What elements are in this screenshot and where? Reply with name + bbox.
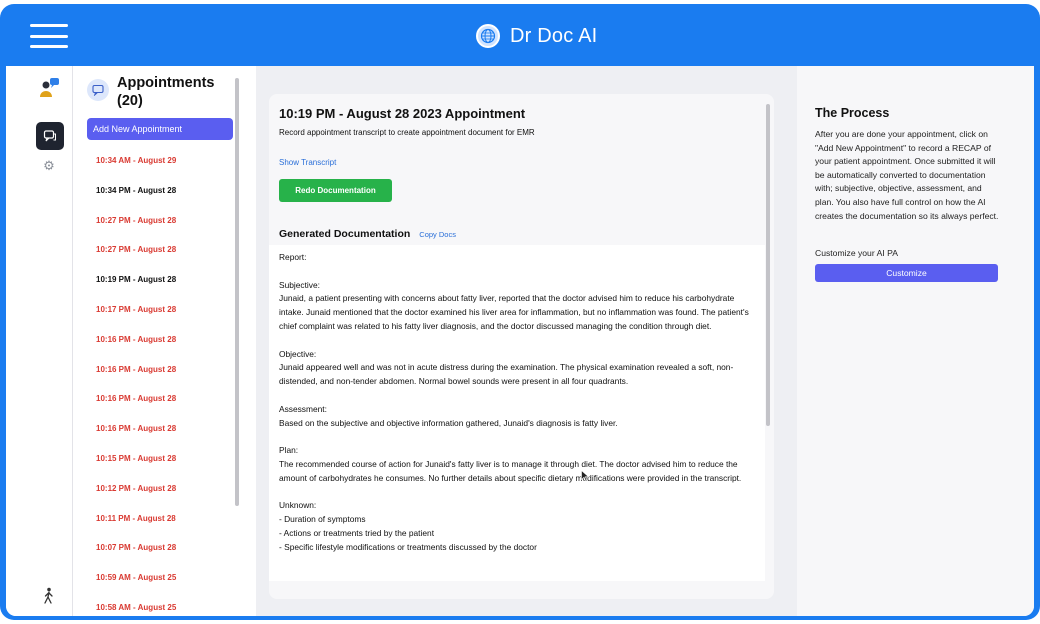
globe-icon	[476, 24, 500, 48]
show-transcript-link[interactable]: Show Transcript	[279, 158, 336, 167]
appointment-item[interactable]: 10:59 AM - August 25	[96, 573, 236, 603]
appointment-title: 10:19 PM - August 28 2023 Appointment	[279, 106, 526, 121]
process-description: After you are done your appointment, cli…	[815, 129, 999, 221]
app-title: Dr Doc AI	[510, 24, 598, 47]
appointment-item[interactable]: 10:16 PM - August 28	[96, 424, 236, 454]
hamburger-menu-icon[interactable]	[30, 24, 68, 48]
appointment-item[interactable]: 10:12 PM - August 28	[96, 484, 236, 514]
appointments-panel: Appointments (20) Add New Appointment 10…	[73, 66, 256, 616]
appointments-scrollbar[interactable]	[235, 78, 239, 506]
process-panel: The Process After you are done your appo…	[797, 66, 1034, 616]
appointment-item[interactable]: 10:17 PM - August 28	[96, 305, 236, 335]
document-section-text: Plan: The recommended course of action f…	[279, 445, 742, 483]
process-title: The Process	[815, 106, 890, 120]
chat-bubble-icon	[87, 79, 109, 101]
customize-button[interactable]: Customize	[815, 264, 998, 282]
appointment-subtitle: Record appointment transcript to create …	[279, 128, 535, 137]
document-section: Subjective: Junaid, a patient presenting…	[279, 279, 755, 334]
mouse-cursor-icon	[581, 470, 589, 482]
app-body: ⚙ Appointments (20) Add New Appointment …	[6, 66, 1034, 616]
icon-rail: ⚙	[6, 66, 73, 616]
document-section-text: Objective: Junaid appeared well and was …	[279, 348, 734, 387]
appointment-item[interactable]: 10:15 PM - August 28	[96, 454, 236, 484]
document-section-text: Assessment: Based on the subjective and …	[279, 403, 618, 428]
document-section-text: Report:	[279, 252, 307, 262]
document-section: Plan: The recommended course of action f…	[279, 444, 755, 485]
appointment-item[interactable]: 10:16 PM - August 28	[96, 394, 236, 424]
appointment-item[interactable]: 10:27 PM - August 28	[96, 245, 236, 275]
document-section-text: Subjective: Junaid, a patient presenting…	[279, 279, 749, 331]
document-section: Unknown: - Duration of symptoms - Action…	[279, 499, 755, 554]
document-section: Objective: Junaid appeared well and was …	[279, 348, 755, 389]
appointment-item[interactable]: 10:27 PM - August 28	[96, 216, 236, 246]
redo-documentation-button[interactable]: Redo Documentation	[279, 179, 392, 202]
generated-document[interactable]: Report: Subjective: Junaid, a patient pre…	[269, 245, 765, 581]
appointment-item[interactable]: 10:34 PM - August 28	[96, 186, 236, 216]
appointments-header: Appointments (20)	[87, 74, 227, 110]
appointment-card: 10:19 PM - August 28 2023 Appointment Re…	[269, 94, 774, 599]
document-section-text: Unknown: - Duration of symptoms - Action…	[279, 500, 537, 552]
appointment-item[interactable]: 10:19 PM - August 28	[96, 275, 236, 305]
appointments-title: Appointments (20)	[117, 75, 215, 109]
appointment-item[interactable]: 10:11 PM - August 28	[96, 514, 236, 544]
customize-label: Customize your AI PA	[815, 248, 898, 258]
walking-person-icon[interactable]	[42, 587, 56, 605]
document-section: Assessment: Based on the subjective and …	[279, 403, 755, 431]
appointment-list: 10:34 AM - August 29 10:34 PM - August 28…	[96, 156, 236, 616]
chat-icon[interactable]	[36, 122, 64, 150]
appointment-item[interactable]: 10:16 PM - August 28	[96, 365, 236, 395]
appointment-item[interactable]: 10:07 PM - August 28	[96, 543, 236, 573]
people-chat-icon[interactable]	[38, 77, 60, 99]
appointment-item[interactable]: 10:16 PM - August 28	[96, 335, 236, 365]
generated-documentation-title: Generated Documentation	[279, 228, 411, 240]
document-section: Report:	[279, 251, 755, 265]
document-scrollbar[interactable]	[766, 104, 770, 426]
appointment-item[interactable]: 10:34 AM - August 29	[96, 156, 236, 186]
add-new-appointment-button[interactable]: Add New Appointment	[87, 118, 233, 140]
top-header: Dr Doc AI	[0, 4, 1040, 66]
copy-docs-link[interactable]: Copy Docs	[419, 230, 456, 239]
main-content: 10:19 PM - August 28 2023 Appointment Re…	[256, 66, 797, 616]
appointment-item[interactable]: 10:58 AM - August 25	[96, 603, 236, 616]
app-frame: Dr Doc AI ⚙ Appointments (20) Add New Ap…	[0, 4, 1040, 620]
brand: Dr Doc AI	[476, 22, 597, 50]
gear-icon[interactable]: ⚙	[42, 158, 56, 173]
generated-documentation-header: Generated Documentation Copy Docs	[279, 228, 456, 240]
